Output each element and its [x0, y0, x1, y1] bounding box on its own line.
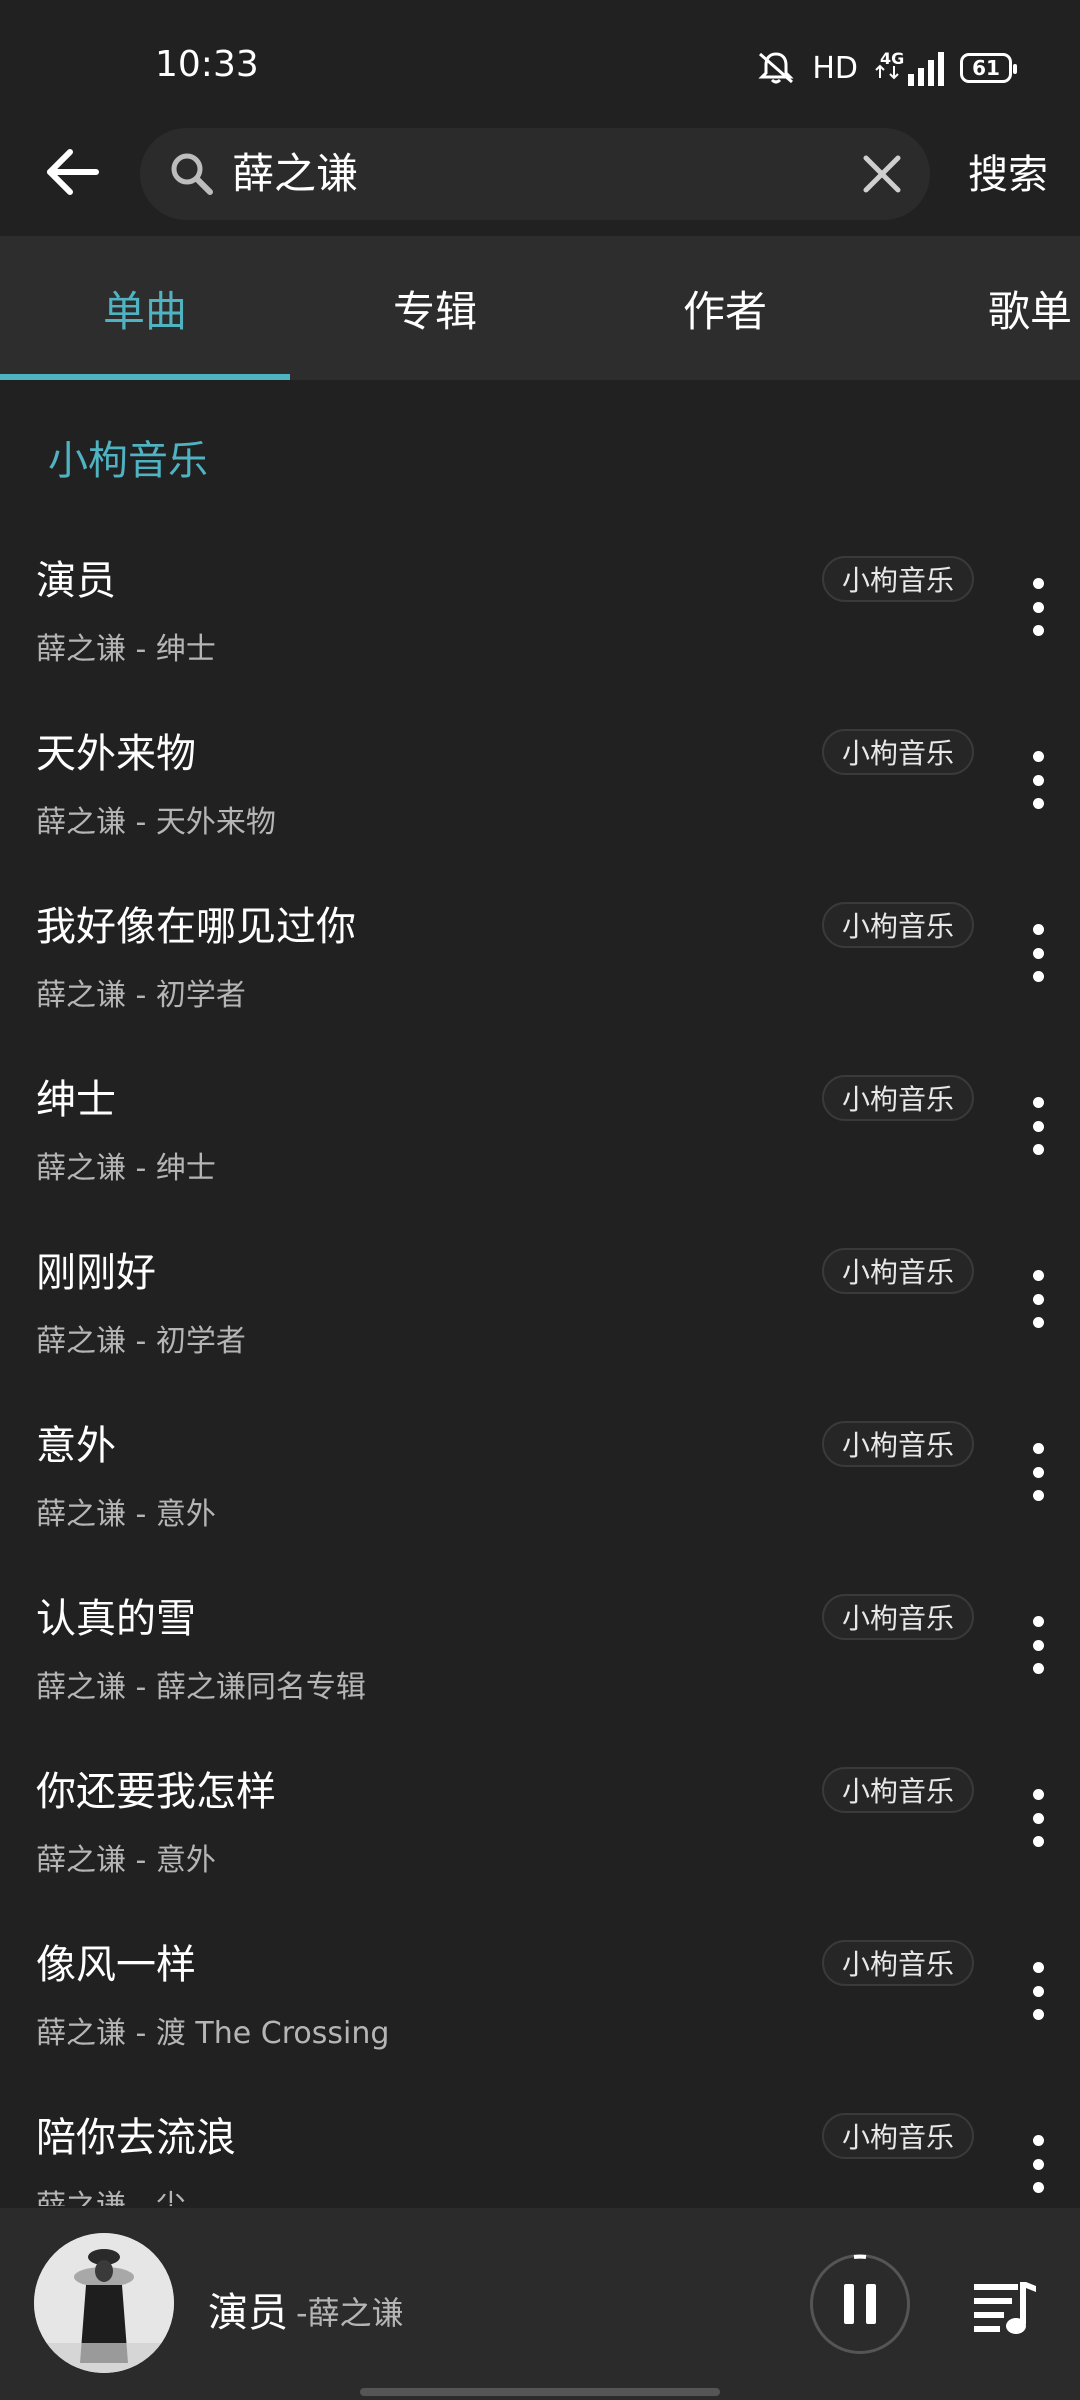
source-badge: 小枸音乐 — [821, 1248, 974, 1294]
more-options-icon[interactable] — [1014, 1956, 1062, 2026]
source-badge: 小枸音乐 — [821, 556, 974, 602]
search-icon — [171, 153, 213, 195]
mini-player[interactable]: 演员 -薛之谦 — [0, 2208, 1080, 2400]
song-title: 像风一样 — [36, 1942, 196, 1988]
playlist-icon — [974, 2282, 1036, 2334]
song-title: 认真的雪 — [36, 1596, 196, 1642]
song-list: 演员 薛之谦 - 绅士 小枸音乐 天外来物 薛之谦 - 天外来物 小枸音乐 我好… — [0, 520, 1080, 2206]
search-header: 搜索 — [0, 120, 1080, 236]
song-title: 你还要我怎样 — [36, 1769, 276, 1815]
song-artist-album: 薛之谦 - 天外来物 — [36, 805, 276, 840]
signal-4g-icon: 4G — [874, 48, 944, 88]
song-artist-album: 薛之谦 - 意外 — [36, 1497, 216, 1532]
tab-albums[interactable]: 专辑 — [290, 236, 580, 380]
status-bar: 10:33 HD 4G 61 — [0, 0, 1080, 120]
song-title: 意外 — [36, 1423, 116, 1469]
back-button[interactable] — [36, 136, 108, 208]
song-artist-album: 薛之谦 - 渡 The Crossing — [36, 2016, 390, 2051]
section-title: 小枸音乐 — [48, 438, 208, 484]
mute-bell-icon — [756, 50, 796, 86]
list-item[interactable]: 演员 薛之谦 - 绅士 小枸音乐 — [0, 520, 1080, 693]
source-badge: 小枸音乐 — [821, 1594, 974, 1640]
list-item[interactable]: 你还要我怎样 薛之谦 - 意外 小枸音乐 — [0, 1731, 1080, 1904]
more-options-icon[interactable] — [1014, 1610, 1062, 1680]
search-box — [140, 128, 930, 220]
source-badge: 小枸音乐 — [821, 1940, 974, 1986]
tab-songs[interactable]: 单曲 — [0, 236, 290, 380]
search-input[interactable] — [232, 128, 812, 220]
list-item[interactable]: 认真的雪 薛之谦 - 薛之谦同名专辑 小枸音乐 — [0, 1558, 1080, 1731]
list-item[interactable]: 刚刚好 薛之谦 - 初学者 小枸音乐 — [0, 1212, 1080, 1385]
status-icons: HD 4G 61 — [756, 48, 1017, 88]
status-time: 10:33 — [155, 44, 259, 85]
category-tabs: 单曲 专辑 作者 歌单 — [0, 236, 1080, 380]
search-submit-button[interactable]: 搜索 — [968, 142, 1048, 200]
source-badge: 小枸音乐 — [821, 1767, 974, 1813]
song-artist-album: 薛之谦 - 绅士 — [36, 1151, 216, 1186]
source-badge: 小枸音乐 — [821, 2113, 974, 2159]
more-options-icon[interactable] — [1014, 1091, 1062, 1161]
now-playing-artist: -薛之谦 — [296, 2294, 404, 2332]
more-options-icon[interactable] — [1014, 1437, 1062, 1507]
source-badge: 小枸音乐 — [821, 1075, 974, 1121]
song-title: 天外来物 — [36, 731, 196, 777]
song-title: 陪你去流浪 — [36, 2115, 236, 2161]
list-item[interactable]: 意外 薛之谦 - 意外 小枸音乐 — [0, 1385, 1080, 1558]
more-options-icon[interactable] — [1014, 2129, 1062, 2199]
tab-playlists[interactable]: 歌单 — [870, 236, 1080, 380]
pause-button[interactable] — [810, 2254, 910, 2354]
source-badge: 小枸音乐 — [821, 729, 974, 775]
progress-ring — [853, 2254, 867, 2259]
more-options-icon[interactable] — [1014, 745, 1062, 815]
song-artist-album: 薛之谦 - 初学者 — [36, 978, 246, 1013]
song-title: 演员 — [36, 558, 116, 604]
list-item[interactable]: 绅士 薛之谦 - 绅士 小枸音乐 — [0, 1039, 1080, 1212]
song-title: 绅士 — [36, 1077, 116, 1123]
source-badge: 小枸音乐 — [821, 1421, 974, 1467]
playlist-button[interactable] — [968, 2268, 1040, 2340]
network-label: 4G — [880, 49, 904, 68]
more-options-icon[interactable] — [1014, 1264, 1062, 1334]
song-artist-album: 薛之谦 - 初学者 — [36, 1324, 246, 1359]
list-item[interactable]: 我好像在哪见过你 薛之谦 - 初学者 小枸音乐 — [0, 866, 1080, 1039]
song-artist-album: 薛之谦 - 薛之谦同名专辑 — [36, 1670, 366, 1705]
source-badge: 小枸音乐 — [821, 902, 974, 948]
close-icon — [863, 155, 901, 193]
more-options-icon[interactable] — [1014, 918, 1062, 988]
now-playing-title: 演员 — [208, 2290, 288, 2336]
album-cover-image — [34, 2233, 174, 2373]
battery-icon: 61 — [960, 53, 1017, 83]
tab-artists[interactable]: 作者 — [580, 236, 870, 380]
album-art[interactable] — [34, 2233, 174, 2373]
song-artist-album: 薛之谦 - 意外 — [36, 1843, 216, 1878]
song-artist-album: 薛之谦 - 绅士 — [36, 632, 216, 667]
song-title: 刚刚好 — [36, 1250, 156, 1296]
hd-indicator: HD — [812, 50, 858, 86]
song-title: 我好像在哪见过你 — [36, 904, 356, 950]
more-options-icon[interactable] — [1014, 1783, 1062, 1853]
list-item[interactable]: 像风一样 薛之谦 - 渡 The Crossing 小枸音乐 — [0, 1904, 1080, 2077]
more-options-icon[interactable] — [1014, 572, 1062, 642]
clear-search-button[interactable] — [854, 146, 910, 202]
song-artist-album: 薛之谦 - 尘 — [36, 2181, 186, 2206]
list-item[interactable]: 天外来物 薛之谦 - 天外来物 小枸音乐 — [0, 693, 1080, 866]
list-item[interactable]: 陪你去流浪 薛之谦 - 尘 小枸音乐 — [0, 2077, 1080, 2206]
home-indicator[interactable] — [360, 2388, 720, 2396]
back-arrow-icon — [47, 149, 99, 195]
